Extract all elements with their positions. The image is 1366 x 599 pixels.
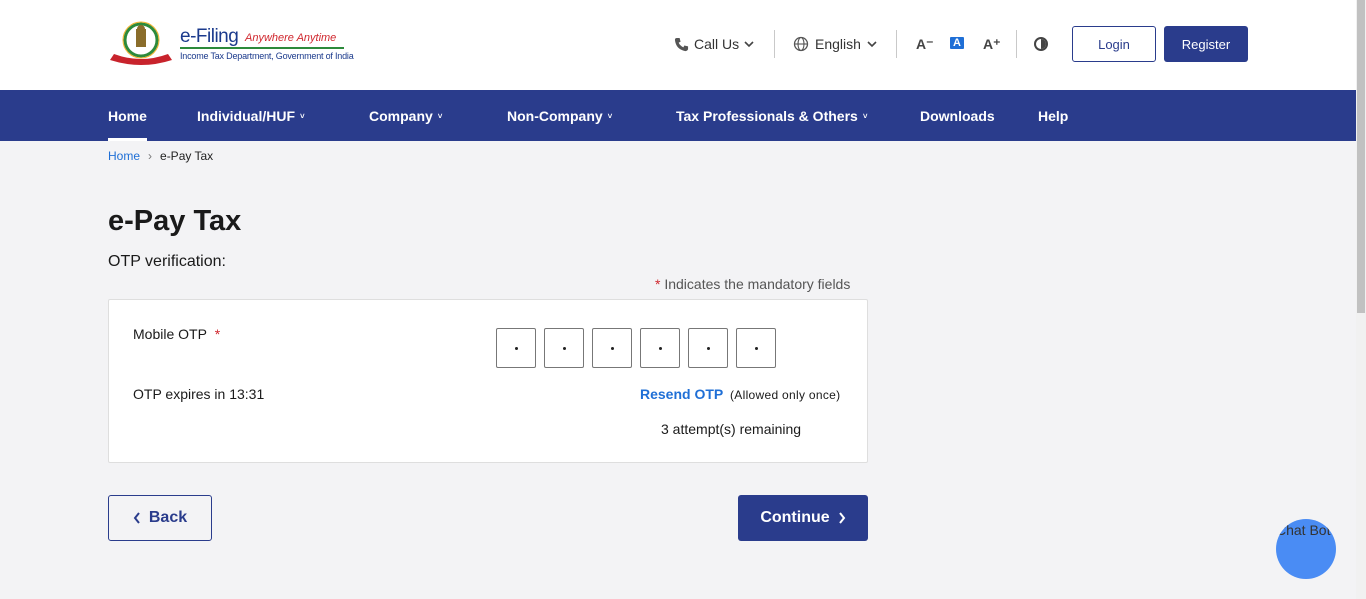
scrollbar-thumb[interactable] (1357, 0, 1365, 313)
language-dropdown[interactable]: English (793, 36, 877, 52)
masked-digit (610, 346, 614, 350)
breadcrumb: Home › e-Pay Tax (108, 149, 213, 163)
font-normal-button[interactable]: A (950, 37, 964, 49)
chevron-down-icon: ˅ (607, 111, 613, 121)
otp-digit-input[interactable] (496, 328, 536, 368)
page-title: e-Pay Tax (108, 205, 242, 237)
mobile-otp-label-text: Mobile OTP (133, 326, 207, 342)
header-divider (896, 30, 897, 58)
globe-icon (793, 36, 809, 52)
chevron-down-icon (867, 41, 877, 48)
otp-expiry-timer: OTP expires in 13:31 (133, 386, 265, 402)
nav-item-label: Help (1038, 107, 1069, 124)
header-divider (1016, 30, 1017, 58)
nav-item-non-company[interactable]: Non-Company ˅ (507, 90, 612, 141)
logo-divider (180, 47, 344, 49)
nav-item-label: Downloads (920, 107, 995, 124)
masked-digit (658, 346, 662, 350)
required-star: * (214, 326, 221, 342)
logo-title: e-Filing (180, 26, 239, 47)
chevron-down-icon: ˅ (437, 111, 443, 121)
nav-item-company[interactable]: Company ˅ (369, 90, 442, 141)
resend-allowed-note: (Allowed only once) (730, 388, 841, 402)
font-increase-button[interactable]: A⁺ (983, 36, 1001, 53)
chevron-right-icon (838, 512, 845, 524)
nav-item-label: Individual/HUF (197, 107, 295, 124)
font-decrease-button[interactable]: A⁻ (916, 36, 934, 53)
otp-card: Mobile OTP * OTP expires in 13:31 Resend… (108, 299, 868, 463)
nav-item-individual-huf[interactable]: Individual/HUF ˅ (197, 90, 305, 141)
register-button[interactable]: Register (1164, 26, 1248, 62)
chevron-down-icon (744, 41, 754, 48)
call-us-label: Call Us (694, 36, 740, 52)
masked-digit (514, 346, 518, 350)
logo-subtitle: Income Tax Department, Government of Ind… (180, 51, 354, 61)
otp-digit-input[interactable] (640, 328, 680, 368)
language-label: English (815, 36, 861, 52)
phone-icon (674, 37, 689, 51)
page-scrollbar[interactable] (1356, 0, 1366, 599)
nav-item-label: Non-Company (507, 107, 603, 124)
chevron-down-icon: ˅ (862, 111, 868, 121)
back-button-label: Back (148, 509, 188, 526)
mandatory-note: * Indicates the mandatory fields (655, 276, 850, 292)
nav-item-help[interactable]: Help (1038, 90, 1068, 141)
nav-item-tax-professionals[interactable]: Tax Professionals & Others ˅ (676, 90, 867, 141)
chevron-right-icon: › (148, 149, 153, 163)
mobile-otp-label: Mobile OTP * (133, 326, 220, 342)
nav-item-home[interactable]: Home (108, 90, 147, 141)
login-button[interactable]: Login (1072, 26, 1156, 62)
chatbot-alt-text: Chat Bot (1276, 522, 1331, 538)
masked-digit (706, 346, 710, 350)
nav-item-label: Home (108, 107, 147, 124)
masked-digit (562, 346, 566, 350)
logo-tagline: Anywhere Anytime (245, 32, 337, 44)
header-divider (774, 30, 775, 58)
back-button[interactable]: Back (108, 495, 212, 541)
resend-otp-link[interactable]: Resend OTP (640, 386, 723, 402)
emblem-icon (110, 21, 172, 65)
call-us-dropdown[interactable]: Call Us (674, 36, 754, 52)
masked-digit (754, 346, 758, 350)
attempts-remaining: 3 attempt(s) remaining (661, 421, 802, 437)
breadcrumb-current: e-Pay Tax (160, 149, 214, 163)
chatbot-button[interactable]: Chat Bot (1276, 519, 1336, 579)
chevron-down-icon: ˅ (300, 111, 305, 121)
otp-digit-input[interactable] (736, 328, 776, 368)
page-subtitle: OTP verification: (108, 253, 226, 270)
otp-digit-input[interactable] (592, 328, 632, 368)
mandatory-text: Indicates the mandatory fields (660, 276, 851, 292)
nav-item-label: Company (369, 107, 433, 124)
chevron-left-icon (133, 512, 140, 524)
nav-item-label: Tax Professionals & Others (676, 107, 858, 124)
breadcrumb-home-link[interactable]: Home (108, 149, 140, 163)
nav-item-downloads[interactable]: Downloads (920, 90, 995, 141)
otp-digit-input[interactable] (544, 328, 584, 368)
efiling-logo[interactable]: e-Filing Anywhere Anytime Income Tax Dep… (108, 20, 354, 68)
otp-digit-input[interactable] (688, 328, 728, 368)
contrast-toggle-icon[interactable] (1034, 37, 1048, 51)
continue-button-label: Continue (760, 509, 830, 526)
main-nav: Home Individual/HUF ˅ Company ˅ Non-Comp… (0, 90, 1356, 141)
continue-button[interactable]: Continue (738, 495, 868, 541)
site-header: e-Filing Anywhere Anytime Income Tax Dep… (0, 0, 1356, 90)
